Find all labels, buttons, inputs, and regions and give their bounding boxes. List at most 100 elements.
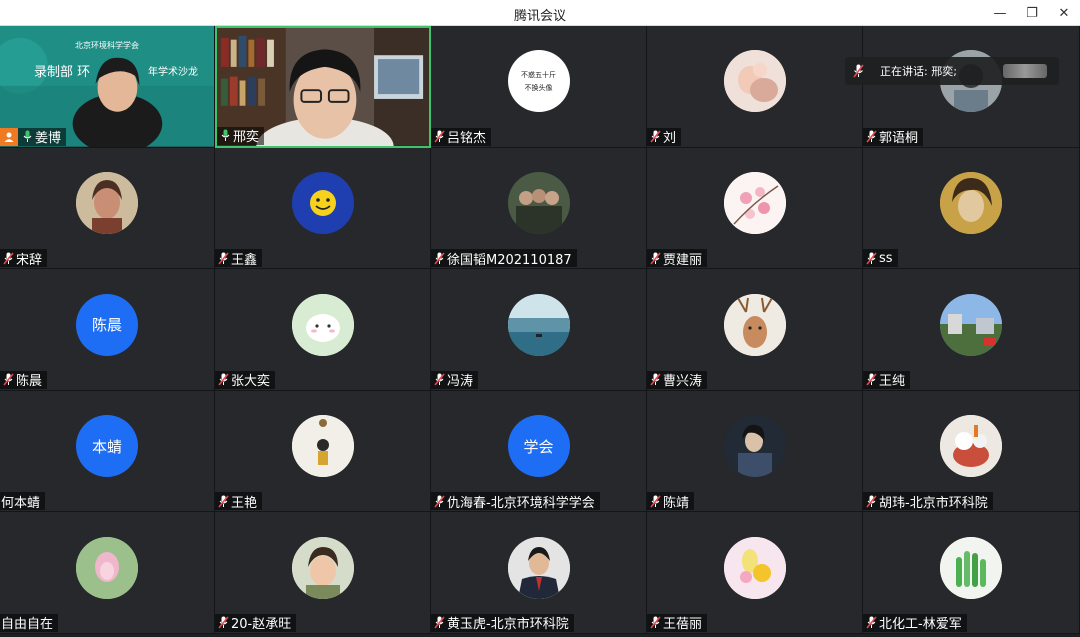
participant-name-tag: 20-赵承旺	[215, 613, 297, 632]
avatar	[291, 536, 354, 599]
mic-muted-icon	[864, 493, 878, 509]
mic-muted-icon	[864, 615, 878, 631]
participant-tile[interactable]: ss	[863, 147, 1080, 270]
avatar	[76, 172, 138, 235]
participant-name-tag: 黄玉虎-北京市环科院	[431, 613, 574, 632]
avatar	[723, 415, 786, 478]
avatar	[940, 536, 1002, 599]
avatar: 学会	[507, 415, 570, 478]
mic-muted-icon	[216, 372, 230, 388]
participant-name-tag: 陈靖	[647, 492, 695, 511]
participant-name-tag: 郭语桐	[863, 127, 924, 146]
participant-name: 徐国韬M202110187	[447, 252, 572, 268]
participant-tile[interactable]: 胡玮-北京市环科院	[863, 390, 1080, 513]
participant-tile[interactable]: 本蜻 何本蜻	[0, 390, 215, 513]
mic-muted-icon	[432, 615, 446, 631]
mic-muted-icon	[648, 129, 662, 145]
participant-name: 邢奕	[233, 130, 260, 146]
participant-tile[interactable]: 王艳	[215, 390, 431, 513]
mic-muted-icon	[432, 129, 446, 145]
participant-tile[interactable]: 王鑫	[215, 147, 431, 270]
participant-name: 冯涛	[447, 374, 474, 390]
close-button[interactable]: ✕	[1048, 0, 1080, 26]
participant-name: 王蓓丽	[663, 617, 703, 633]
participant-tile[interactable]: 邢奕	[215, 26, 431, 148]
participant-name: 王艳	[231, 495, 258, 511]
participant-name-tag: 何本蜻	[0, 492, 46, 511]
participant-name: 仇海春-北京环境科学学会	[447, 495, 595, 511]
title-bar: 腾讯会议 — ❐ ✕	[0, 0, 1080, 26]
participant-tile[interactable]: 学会 仇海春-北京环境科学学会	[431, 390, 647, 513]
mic-on-icon	[20, 129, 34, 145]
participant-name-tag: 曹兴涛	[647, 370, 708, 390]
mic-muted-icon	[648, 372, 662, 388]
participant-name-tag: 邢奕	[217, 126, 265, 146]
mic-muted-icon	[216, 615, 230, 631]
participant-name-tag: 姜博	[0, 127, 67, 146]
banner-text: 北京环境科学学会	[75, 41, 139, 50]
participant-name-tag: 陈晨	[0, 370, 48, 390]
participant-name-tag: 王蓓丽	[647, 613, 708, 633]
mic-muted-icon	[648, 615, 662, 631]
participant-name: 陈晨	[16, 374, 43, 390]
participant-name-tag: 自由自在	[0, 613, 59, 632]
participant-tile[interactable]: 郭语桐	[863, 26, 1080, 148]
mic-muted-icon	[648, 250, 662, 266]
restore-button[interactable]: ❐	[1016, 0, 1048, 26]
participant-tile[interactable]: 黄玉虎-北京市环科院	[431, 512, 647, 634]
participant-name: 陈靖	[663, 495, 690, 511]
participant-name-tag: 王鑫	[215, 249, 263, 268]
participant-tile[interactable]: 自由自在	[0, 512, 215, 634]
avatar	[940, 172, 1002, 235]
minimize-button[interactable]: —	[984, 0, 1016, 26]
participant-name: 曹兴涛	[663, 374, 703, 390]
participant-tile[interactable]: 王纯	[863, 269, 1080, 391]
participant-name-tag: 吕铭杰	[431, 127, 492, 147]
mic-muted-icon	[216, 493, 230, 509]
speaking-mic-icon	[853, 64, 864, 78]
video-grid: 北京环境科学学会 录制部 环 年学术沙龙 姜博 邢奕 不惑五十斤 不换头像 吕铭…	[0, 26, 1080, 634]
avatar	[723, 536, 786, 599]
avatar: 不惑五十斤 不换头像	[507, 50, 570, 113]
participant-tile[interactable]: 贾建丽	[647, 147, 863, 270]
participant-name: ss	[879, 250, 893, 266]
participant-name: 刘	[663, 131, 677, 147]
host-user-icon	[0, 127, 18, 146]
participant-name-tag: 王纯	[863, 370, 911, 389]
mic-muted-icon	[864, 129, 878, 145]
participant-tile[interactable]: 张大奕	[215, 269, 431, 391]
participant-tile[interactable]: 刘	[647, 26, 863, 148]
participant-name-tag: 宋辞	[0, 249, 48, 268]
speaker-label: 正在讲话: 邢奕;	[880, 65, 957, 78]
mic-muted-icon	[432, 372, 446, 388]
participant-name-tag: 徐国韬M202110187	[431, 249, 577, 268]
participant-tile[interactable]: 王蓓丽	[647, 512, 863, 634]
participant-name: 王鑫	[231, 252, 258, 268]
participant-tile[interactable]: 北京环境科学学会 录制部 环 年学术沙龙 姜博	[0, 26, 215, 148]
participant-name-tag: 胡玮-北京市环科院	[863, 492, 993, 511]
banner-text: 录制部 环	[34, 65, 91, 80]
mic-muted-icon	[432, 493, 446, 509]
participant-tile[interactable]: 陈靖	[647, 390, 863, 513]
participant-name-tag: 冯涛	[431, 370, 479, 390]
participant-name: 胡玮-北京市环科院	[879, 495, 988, 511]
participant-tile[interactable]: 曹兴涛	[647, 269, 863, 391]
participant-tile[interactable]: 不惑五十斤 不换头像 吕铭杰	[431, 26, 647, 148]
mic-on-icon	[218, 128, 232, 144]
participant-tile[interactable]: 陈晨 陈晨	[0, 269, 215, 391]
mic-muted-icon	[1, 372, 15, 388]
mic-muted-icon	[432, 250, 446, 266]
participant-tile[interactable]: 北化工-林爱军	[863, 512, 1080, 634]
meeting-window: 腾讯会议 — ❐ ✕ 北京环境科学学会 录制部 环 年学术沙龙 姜博 邢奕 不惑…	[0, 0, 1080, 637]
participant-tile[interactable]: 宋辞	[0, 147, 215, 270]
participant-tile[interactable]: 徐国韬M202110187	[431, 147, 647, 270]
banner-text: 年学术沙龙	[148, 67, 198, 78]
participant-tile[interactable]: 冯涛	[431, 269, 647, 391]
participant-name: 吕铭杰	[447, 131, 487, 147]
participant-name: 何本蜻	[1, 495, 41, 511]
participant-tile[interactable]: 20-赵承旺	[215, 512, 431, 634]
participant-name: 北化工-林爱军	[879, 617, 962, 633]
participant-name-tag: 仇海春-北京环境科学学会	[431, 492, 600, 511]
mic-muted-icon	[864, 372, 878, 388]
avatar	[723, 293, 786, 356]
